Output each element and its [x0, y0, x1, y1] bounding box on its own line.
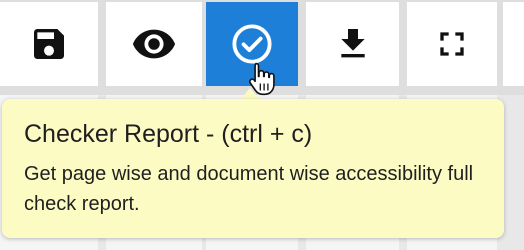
hand-pointer-icon: [247, 60, 277, 103]
tooltip-description: Get page wise and document wise accessib…: [24, 163, 474, 215]
eye-icon: [132, 29, 176, 59]
download-button[interactable]: [306, 2, 399, 86]
preview-button[interactable]: [106, 2, 202, 86]
tooltip-title: Checker Report - (ctrl + c): [24, 120, 313, 148]
fullscreen-icon: [440, 32, 464, 56]
fullscreen-button[interactable]: [407, 2, 497, 86]
save-button[interactable]: [0, 2, 98, 86]
more-button[interactable]: [503, 2, 524, 86]
download-icon: [340, 29, 365, 58]
checker-report-tooltip: Checker Report - (ctrl + c) Get page wis…: [2, 99, 504, 238]
save-icon: [34, 29, 64, 59]
